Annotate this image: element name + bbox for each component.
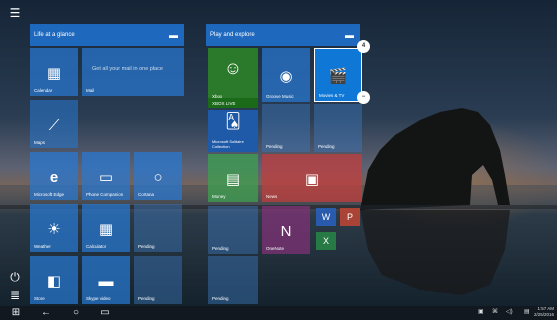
tile-pending[interactable]: Pending: [134, 256, 182, 304]
volume-icon[interactable]: ◁): [506, 308, 513, 315]
tile-solitaire[interactable]: 🂡 Microsoft Solitaire Collection: [208, 110, 258, 152]
back-arrow-icon[interactable]: ←: [40, 307, 52, 319]
tile-pending[interactable]: Pending: [208, 206, 258, 254]
video-camera-icon: ▬: [98, 273, 114, 291]
all-apps-icon[interactable]: ≣: [8, 288, 22, 302]
group-title-life: Life at a glance: [34, 32, 75, 38]
clock-date: 2/25/2016: [533, 312, 554, 317]
phone-companion-icon: ▭: [98, 169, 114, 187]
taskbar-clock[interactable]: 1:57 AM 2/25/2016: [534, 306, 554, 318]
tile-pending[interactable]: Pending: [208, 256, 258, 304]
weather-sun-icon: ☀: [47, 221, 61, 239]
windows-start-icon[interactable]: ⊞: [10, 307, 22, 319]
tile-label: Pending: [212, 296, 229, 301]
hamburger-menu-icon[interactable]: ☰: [8, 6, 22, 20]
tile-store[interactable]: ◧ Store: [30, 256, 78, 304]
chart-icon: ▤: [225, 171, 241, 189]
store-bag-icon: ◧: [46, 273, 62, 291]
tile-label: Cortana: [138, 192, 155, 197]
tile-label: Pending: [266, 144, 283, 149]
word-icon[interactable]: W: [316, 208, 336, 226]
cortana-icon: ○: [153, 169, 163, 187]
tile-weather[interactable]: ☀ Weather: [30, 204, 78, 252]
clapperboard-icon: 🎬: [328, 67, 348, 85]
group-header-play[interactable]: Play and explore ▬: [206, 24, 360, 46]
tile-label: Mail: [86, 88, 95, 93]
tile-label: Weather: [34, 244, 51, 249]
tile-money[interactable]: ▤ Money: [208, 154, 258, 202]
tile-groove-music[interactable]: ◉ Groove Music: [262, 48, 310, 102]
tile-label: Pending: [212, 246, 229, 251]
tile-pending[interactable]: Pending: [262, 104, 310, 152]
power-icon[interactable]: ⏻: [8, 270, 22, 284]
tile-pending[interactable]: Pending: [314, 104, 362, 152]
tile-label: Calculator: [86, 244, 107, 249]
notification-icon[interactable]: ▤: [524, 308, 530, 315]
collapse-icon[interactable]: ▬: [169, 24, 178, 46]
tile-news[interactable]: ▣ News: [262, 154, 362, 202]
tile-mail[interactable]: Get all your mail in one place Mail: [82, 48, 184, 96]
group-title-play: Play and explore: [210, 32, 255, 38]
tile-label: Money: [212, 194, 226, 199]
tile-label: Microsoft Solitaire Collection: [212, 139, 244, 149]
tile-label: Calendar: [34, 88, 53, 93]
tile-calculator[interactable]: ▦ Calculator: [82, 204, 130, 252]
tile-label: Groove Music: [266, 94, 294, 99]
mail-promo-text: Get all your mail in one place: [92, 66, 163, 72]
task-view-icon[interactable]: ▭: [99, 307, 111, 319]
tablet-mode-icon[interactable]: ⌘: [492, 308, 498, 315]
resize-handle[interactable]: −: [357, 91, 370, 104]
tile-label: OneNote: [266, 246, 285, 251]
tile-calendar[interactable]: ▦ Calendar: [30, 48, 78, 96]
excel-icon[interactable]: X: [316, 232, 336, 250]
group-header-life[interactable]: Life at a glance ▬: [30, 24, 184, 46]
taskbar: ⊞ ← ○ ▭ ▣ ⌘ ◁) ▤ 1:57 AM 2/25/2016: [0, 306, 557, 320]
tile-movies-tv[interactable]: 🎬 Movies & TV: [314, 48, 362, 102]
maps-icon: ⟋: [48, 117, 60, 135]
tile-edge[interactable]: e Microsoft Edge: [30, 152, 78, 200]
tile-label: News: [266, 194, 278, 199]
calendar-icon: ▦: [46, 65, 62, 83]
tile-pending[interactable]: Pending: [134, 204, 182, 252]
tile-label: Microsoft Edge: [34, 192, 65, 197]
tile-label: Maps: [34, 140, 46, 145]
playing-cards-icon: 🂡: [225, 113, 241, 131]
news-icon: ▣: [304, 171, 320, 189]
network-icon[interactable]: ▣: [478, 308, 484, 315]
tile-skype-video[interactable]: ▬ Skype video: [82, 256, 130, 304]
tile-label: Phone Companion: [86, 192, 124, 197]
tile-cortana[interactable]: ○ Cortana: [134, 152, 182, 200]
tile-label: Movies & TV: [319, 93, 345, 98]
start-left-rail: ☰ ⏻ ≣: [0, 0, 28, 306]
groove-music-icon: ◉: [279, 67, 293, 85]
onenote-icon: N: [280, 223, 292, 241]
xbox-avatar-icon: ☺: [223, 57, 243, 78]
tile-label: Pending: [138, 244, 155, 249]
tile-label: Store: [34, 296, 45, 301]
tile-xbox[interactable]: ☺ Xbox: [208, 48, 258, 102]
tile-phone-companion[interactable]: ▭ Phone Companion: [82, 152, 130, 200]
tile-label: Skype video: [86, 296, 111, 301]
edge-icon: e: [49, 169, 59, 187]
start-menu: ☰ ⏻ ≣ Life at a glance ▬ ▦ Calendar Get …: [0, 0, 557, 306]
collapse-icon[interactable]: ▬: [345, 24, 354, 46]
powerpoint-icon[interactable]: P: [340, 208, 360, 226]
xbox-live-strip: XBOX LIVE: [208, 98, 258, 108]
tile-label: Pending: [318, 144, 335, 149]
tile-onenote[interactable]: N OneNote: [262, 206, 310, 254]
tile-label: Pending: [138, 296, 155, 301]
search-circle-icon[interactable]: ○: [70, 307, 82, 319]
tile-maps[interactable]: ⟋ Maps: [30, 100, 78, 148]
tile-badge[interactable]: 4: [357, 40, 370, 53]
xbox-live-label: XBOX LIVE: [212, 101, 236, 106]
calculator-icon: ▦: [98, 221, 114, 239]
